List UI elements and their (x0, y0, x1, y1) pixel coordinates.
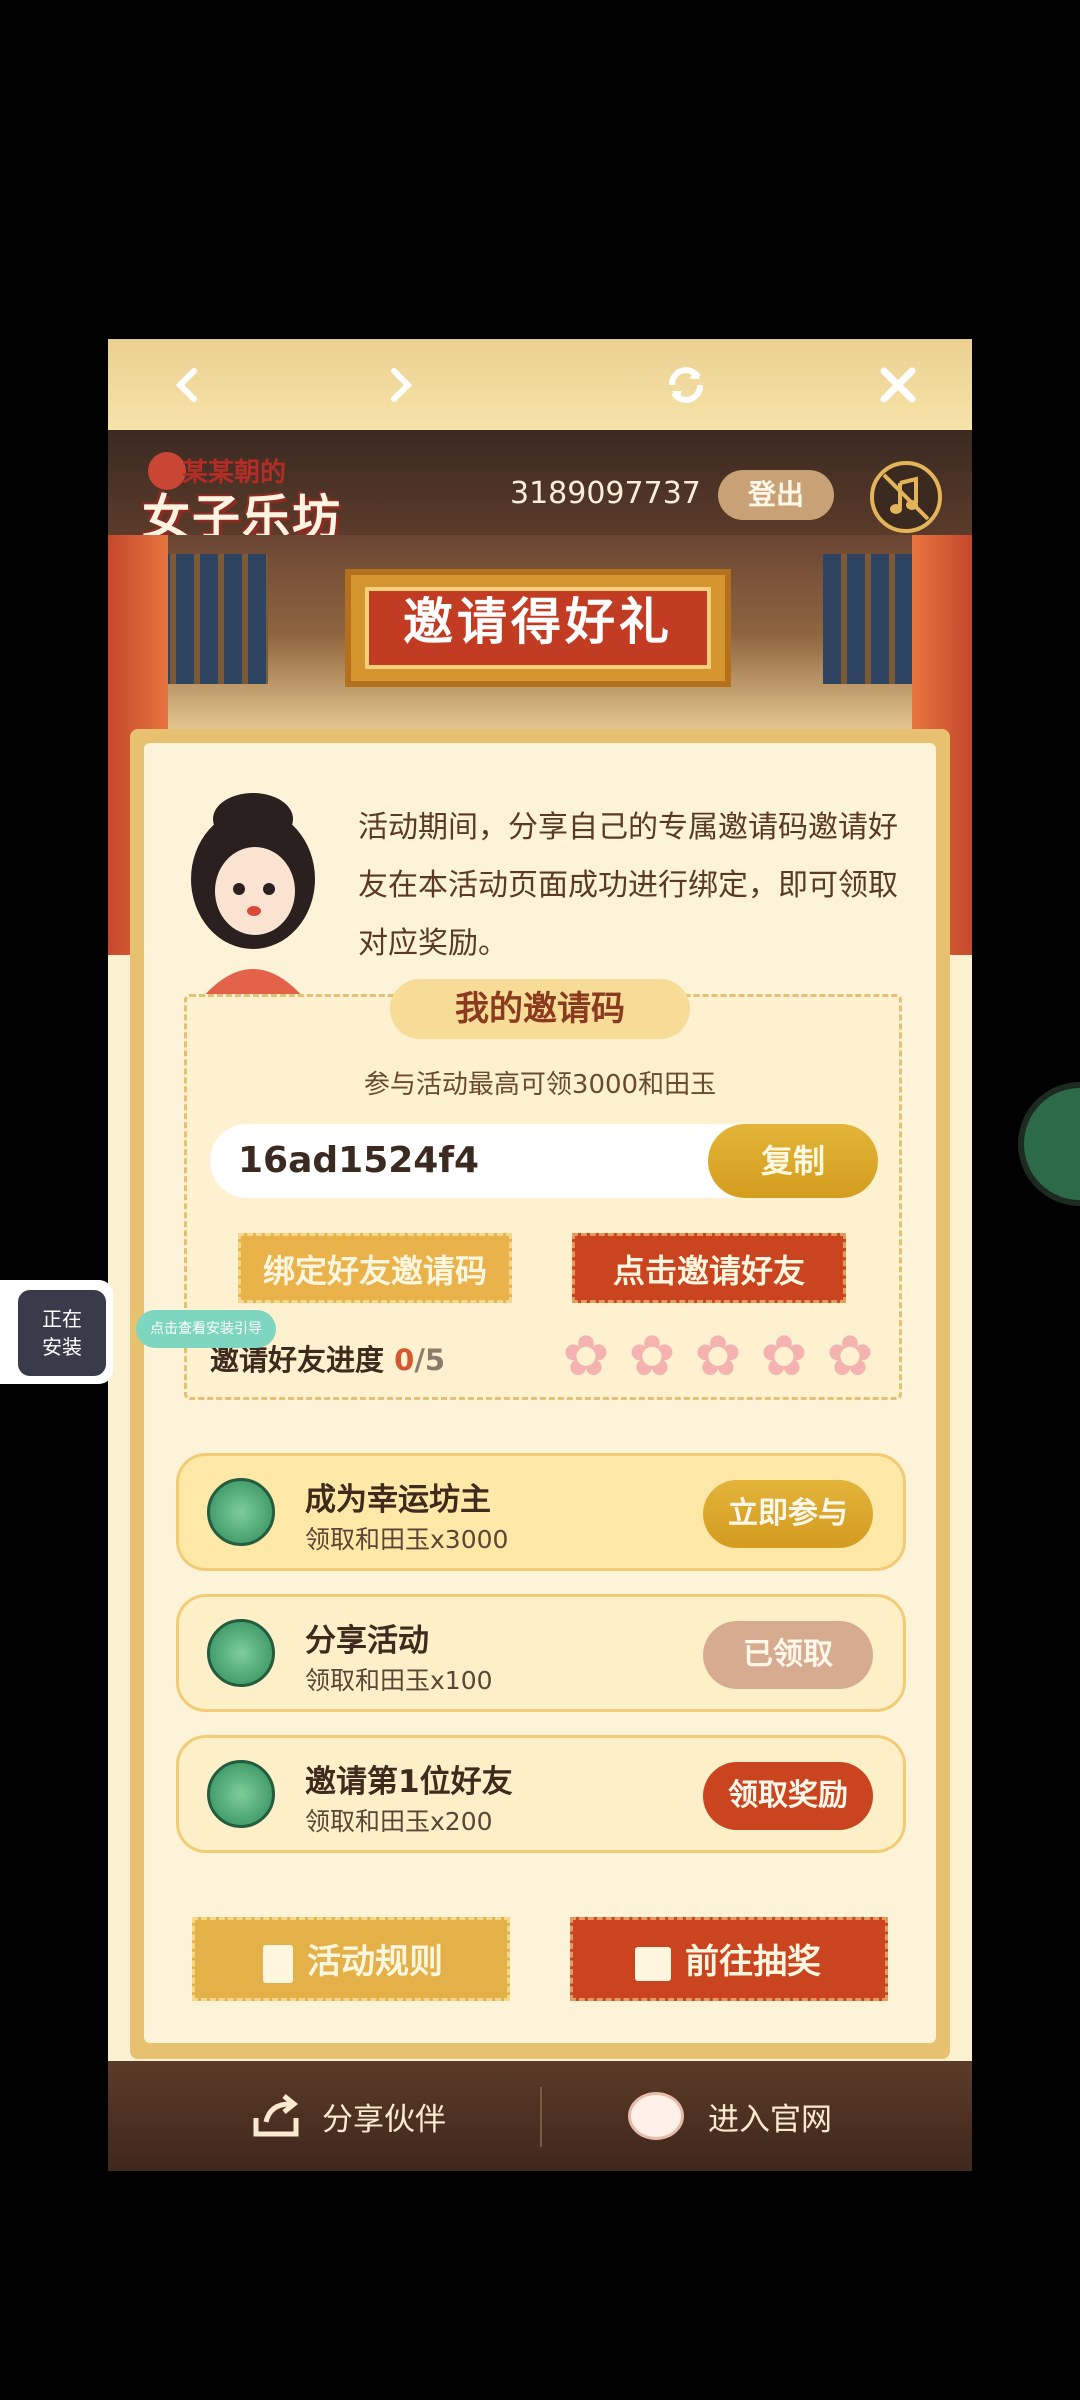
official-site-button[interactable]: 进入官网 (628, 2061, 832, 2171)
close-icon (880, 367, 916, 403)
blossom-icon: ✿ (826, 1324, 874, 1389)
right-edge-float-button[interactable] (1018, 1082, 1080, 1206)
progress-label: 邀请好友进度 (210, 1343, 385, 1377)
cat-mascot-icon (628, 2092, 684, 2140)
gift-icon (635, 1946, 671, 1981)
installing-app-icon: 正在 安装 (18, 1290, 106, 1376)
chevron-left-icon (175, 368, 197, 402)
installing-line-2: 安装 (42, 1335, 82, 1359)
task-title: 邀请第1位好友 (305, 1764, 513, 1800)
rules-label: 活动规则 (307, 1942, 443, 1982)
rules-button[interactable]: 活动规则 (192, 1917, 510, 2001)
document-icon (263, 1944, 293, 1983)
game-header: 某某朝的 女子乐坊 3189097737 登出 (108, 430, 972, 546)
back-button[interactable] (160, 357, 216, 413)
jade-coin-icon (207, 1619, 275, 1687)
lottery-label: 前往抽奖 (685, 1942, 821, 1982)
lottery-button[interactable]: 前往抽奖 (570, 1917, 888, 2001)
blossom-icon: ✿ (562, 1324, 610, 1389)
task-row: 成为幸运坊主 领取和田玉x3000 立即参与 (176, 1453, 906, 1571)
music-muted-icon (882, 473, 930, 521)
task-row: 邀请第1位好友 领取和田玉x200 领取奖励 (176, 1735, 906, 1853)
refresh-button[interactable] (658, 357, 714, 413)
webview-nav-bar (108, 339, 972, 430)
banner-title: 邀请得好礼 (365, 587, 711, 669)
jade-coin-icon (207, 1478, 275, 1546)
share-label: 分享伙伴 (322, 2101, 446, 2138)
share-icon (253, 2094, 299, 2137)
game-logo: 某某朝的 女子乐坊 (138, 452, 358, 546)
close-button[interactable] (870, 357, 926, 413)
claimed-button[interactable]: 已领取 (703, 1621, 873, 1689)
progress-total: /5 (414, 1343, 446, 1377)
banner-plaque: 邀请得好礼 (345, 569, 731, 687)
task-title: 分享活动 (305, 1623, 429, 1659)
task-row: 分享活动 领取和田玉x100 已领取 (176, 1594, 906, 1712)
task-reward: 领取和田玉x3000 (305, 1525, 509, 1554)
invite-code-field[interactable]: 16ad1524f4 (210, 1124, 752, 1198)
progress-current: 0 (394, 1343, 415, 1377)
logout-button[interactable]: 登出 (718, 470, 834, 520)
invite-subtitle: 参与活动最高可领3000和田玉 (363, 1070, 717, 1100)
blossom-icon: ✿ (694, 1324, 742, 1389)
music-toggle-button[interactable] (870, 461, 942, 533)
copy-button[interactable]: 复制 (708, 1124, 878, 1198)
blossom-icon: ✿ (760, 1324, 808, 1389)
footer-bar: 分享伙伴 进入官网 (108, 2061, 972, 2171)
chevron-right-icon (391, 368, 413, 402)
bind-code-button[interactable]: 绑定好友邀请码 (238, 1233, 512, 1303)
user-id: 3189097737 (510, 476, 701, 511)
progress-blossoms: ✿ ✿ ✿ ✿ ✿ (558, 1329, 898, 1385)
activity-description: 活动期间，分享自己的专属邀请码邀请好友在本活动页面成功进行绑定，即可领取对应奖励… (358, 810, 898, 961)
footer-divider (540, 2087, 542, 2147)
join-now-button[interactable]: 立即参与 (703, 1480, 873, 1548)
task-reward: 领取和田玉x200 (305, 1807, 493, 1836)
character-illustration (163, 779, 343, 1009)
activity-webview: 某某朝的 女子乐坊 3189097737 登出 邀请得好礼 活动期间，分享自己的… (108, 339, 972, 2171)
jade-coin-icon (207, 1760, 275, 1828)
claim-reward-button[interactable]: 领取奖励 (703, 1762, 873, 1830)
site-label: 进入官网 (708, 2101, 832, 2138)
task-title: 成为幸运坊主 (305, 1482, 491, 1518)
forward-button[interactable] (372, 357, 428, 413)
task-reward: 领取和田玉x100 (305, 1666, 493, 1695)
installing-float[interactable]: 正在 安装 (0, 1280, 113, 1384)
blossom-icon: ✿ (628, 1324, 676, 1389)
installing-line-1: 正在 (42, 1307, 82, 1331)
install-guide-tip[interactable]: 点击查看安装引导 (136, 1310, 276, 1348)
invite-friend-button[interactable]: 点击邀请好友 (572, 1233, 846, 1303)
refresh-icon (669, 367, 703, 403)
share-partner-button[interactable]: 分享伙伴 (250, 2061, 446, 2171)
invite-code-title: 我的邀请码 (390, 979, 690, 1039)
